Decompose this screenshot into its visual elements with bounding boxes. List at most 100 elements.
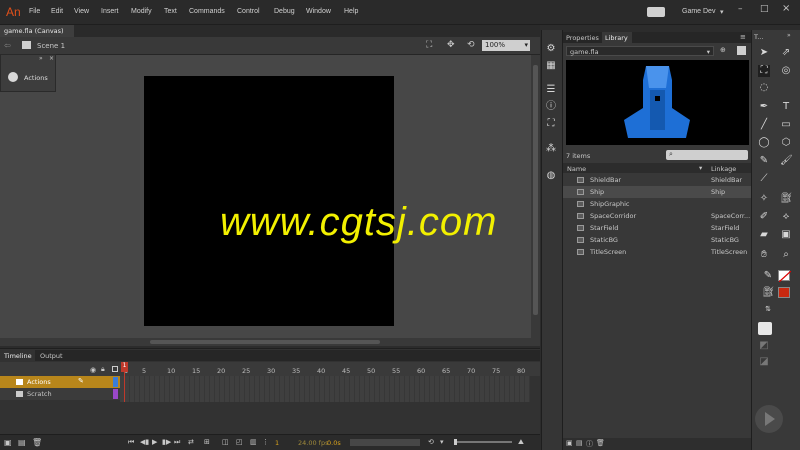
- library-item[interactable]: SpaceCorridor SpaceCorr...: [563, 210, 751, 222]
- 3d-rotation-tool-icon[interactable]: ◎: [780, 65, 792, 77]
- last-frame-icon[interactable]: ⏭︎: [174, 438, 180, 447]
- library-search-input[interactable]: ⌕: [666, 150, 748, 160]
- frame-rate[interactable]: 24.00 fps: [298, 439, 328, 447]
- maximize-icon[interactable]: □: [760, 4, 769, 14]
- paint-bucket-tool-icon[interactable]: ⛽︎: [780, 193, 793, 205]
- tab-properties[interactable]: Properties: [566, 34, 599, 42]
- snap-to-objects-icon[interactable]: [758, 322, 772, 335]
- edit-multiple-icon[interactable]: ▥: [250, 438, 257, 446]
- zoom-select[interactable]: 100% ▾: [482, 40, 530, 51]
- menu-insert[interactable]: Insert: [101, 8, 119, 15]
- cc-libraries-icon[interactable]: ◍: [545, 170, 557, 182]
- close-icon[interactable]: ×: [49, 55, 54, 62]
- menu-commands[interactable]: Commands: [189, 8, 225, 15]
- camera-tool-icon[interactable]: ▣: [780, 229, 792, 241]
- tab-output[interactable]: Output: [40, 352, 63, 360]
- subselection-tool-icon[interactable]: ⇗: [780, 47, 792, 59]
- workspace-switcher[interactable]: Game Dev: [682, 8, 715, 15]
- timeline-scrollbar[interactable]: [350, 439, 420, 446]
- center-frame-icon[interactable]: ⊞: [204, 438, 210, 446]
- trash-icon[interactable]: 🗑︎: [596, 439, 605, 447]
- properties-icon[interactable]: ⓘ: [586, 439, 593, 449]
- document-tab[interactable]: game.fla (Canvas) ×: [0, 25, 74, 43]
- step-forward-icon[interactable]: ▮▶: [162, 438, 171, 446]
- library-item[interactable]: ShipGraphic: [563, 198, 751, 210]
- step-back-icon[interactable]: ◀▮: [140, 438, 149, 446]
- info-icon[interactable]: ⓘ: [545, 101, 557, 113]
- close-icon[interactable]: ×: [782, 3, 790, 14]
- loop-icon[interactable]: ⇄: [188, 438, 194, 446]
- library-item[interactable]: StarField StarField: [563, 222, 751, 234]
- oval-tool-icon[interactable]: ◯: [758, 137, 770, 149]
- sync-icon[interactable]: [647, 7, 665, 17]
- eyedropper-tool-icon[interactable]: ✐: [758, 211, 770, 223]
- lock-icon[interactable]: 🔒︎: [101, 365, 105, 374]
- brush-tool-icon[interactable]: 🖌︎: [780, 155, 793, 167]
- actions-icon[interactable]: [8, 72, 18, 82]
- library-item[interactable]: StaticBG StaticBG: [563, 234, 751, 246]
- paint-brush-tool-icon[interactable]: ⟋: [758, 173, 770, 185]
- new-library-panel-icon[interactable]: [737, 46, 746, 55]
- menu-edit[interactable]: Edit: [51, 8, 63, 15]
- playhead[interactable]: 1: [121, 362, 128, 402]
- lasso-tool-icon[interactable]: ◌: [758, 82, 770, 94]
- chevron-down-icon[interactable]: ▾: [720, 8, 724, 16]
- menu-view[interactable]: View: [74, 8, 89, 15]
- transform-icon[interactable]: ⛶: [545, 118, 557, 130]
- swatches-icon[interactable]: ▦: [545, 60, 557, 72]
- menu-file[interactable]: File: [29, 8, 40, 15]
- new-layer-icon[interactable]: ▣: [4, 438, 12, 447]
- library-item[interactable]: ShieldBar ShieldBar: [563, 174, 751, 186]
- zoom-tool-icon[interactable]: ⌕: [780, 249, 792, 261]
- edit-symbols-icon[interactable]: ⛶: [426, 40, 432, 50]
- library-item[interactable]: Ship Ship: [563, 186, 751, 198]
- stroke-color-swatch[interactable]: [778, 270, 792, 283]
- current-frame[interactable]: 1: [275, 439, 279, 447]
- frame-grid[interactable]: [120, 376, 530, 402]
- pencil-tool-icon[interactable]: ✎: [758, 155, 770, 167]
- sort-icon[interactable]: ▾: [699, 164, 702, 172]
- fill-color-swatch[interactable]: [778, 287, 790, 298]
- pencil-icon[interactable]: ✎: [78, 377, 84, 385]
- text-tool-icon[interactable]: T: [780, 101, 792, 113]
- play-overlay-icon[interactable]: [755, 405, 783, 433]
- panel-menu-icon[interactable]: ≡: [740, 33, 746, 41]
- zoom-mountain-icon[interactable]: ⛰︎: [518, 438, 524, 447]
- elapsed-time[interactable]: 0.0s: [327, 439, 341, 447]
- bone-tool-icon[interactable]: ✧: [758, 193, 770, 205]
- stroke-color-icon[interactable]: ✎: [762, 270, 774, 282]
- loop-icon[interactable]: ⟲: [428, 438, 434, 446]
- vertical-scrollbar[interactable]: [531, 55, 540, 338]
- horizontal-scrollbar[interactable]: [0, 338, 540, 346]
- chevron-down-icon[interactable]: ▾: [440, 438, 444, 446]
- hand-tool-icon[interactable]: ✋︎: [758, 249, 770, 261]
- menu-modify[interactable]: Modify: [131, 8, 152, 15]
- fill-color-icon[interactable]: ⛽︎: [762, 287, 775, 299]
- menu-help[interactable]: Help: [344, 8, 358, 15]
- back-arrow-icon[interactable]: ⇦: [4, 41, 11, 50]
- eye-icon[interactable]: ◉: [90, 366, 96, 374]
- menu-window[interactable]: Window: [306, 8, 331, 15]
- pen-tool-icon[interactable]: ✒: [758, 101, 770, 113]
- collapse-icon[interactable]: »: [787, 32, 791, 39]
- zoom-slider[interactable]: [454, 439, 512, 445]
- minimize-icon[interactable]: –: [738, 4, 743, 14]
- layer-scratch[interactable]: Scratch: [0, 388, 120, 400]
- free-transform-tool-icon[interactable]: ⛶: [758, 65, 770, 77]
- onion-skin-icon[interactable]: ◫: [222, 438, 229, 446]
- scroll-thumb[interactable]: [533, 65, 538, 315]
- new-folder-icon[interactable]: ▤: [18, 438, 26, 447]
- play-icon[interactable]: ▶: [152, 438, 157, 446]
- library-item[interactable]: TitleScreen TitleScreen: [563, 246, 751, 258]
- components-icon[interactable]: ⁂: [545, 143, 557, 155]
- width-tool-icon[interactable]: ⟡: [780, 211, 792, 223]
- scene-name[interactable]: Scene 1: [37, 42, 65, 50]
- line-tool-icon[interactable]: ╱: [758, 119, 770, 131]
- align-stage-icon[interactable]: ✥: [447, 40, 455, 50]
- brush-library-icon[interactable]: ⚙: [545, 43, 557, 55]
- selection-tool-icon[interactable]: ➤: [758, 47, 770, 59]
- menu-control[interactable]: Control: [237, 8, 260, 15]
- rotate-stage-icon[interactable]: ⟲: [467, 40, 475, 50]
- menu-debug[interactable]: Debug: [274, 8, 295, 15]
- rectangle-tool-icon[interactable]: ▭: [780, 119, 792, 131]
